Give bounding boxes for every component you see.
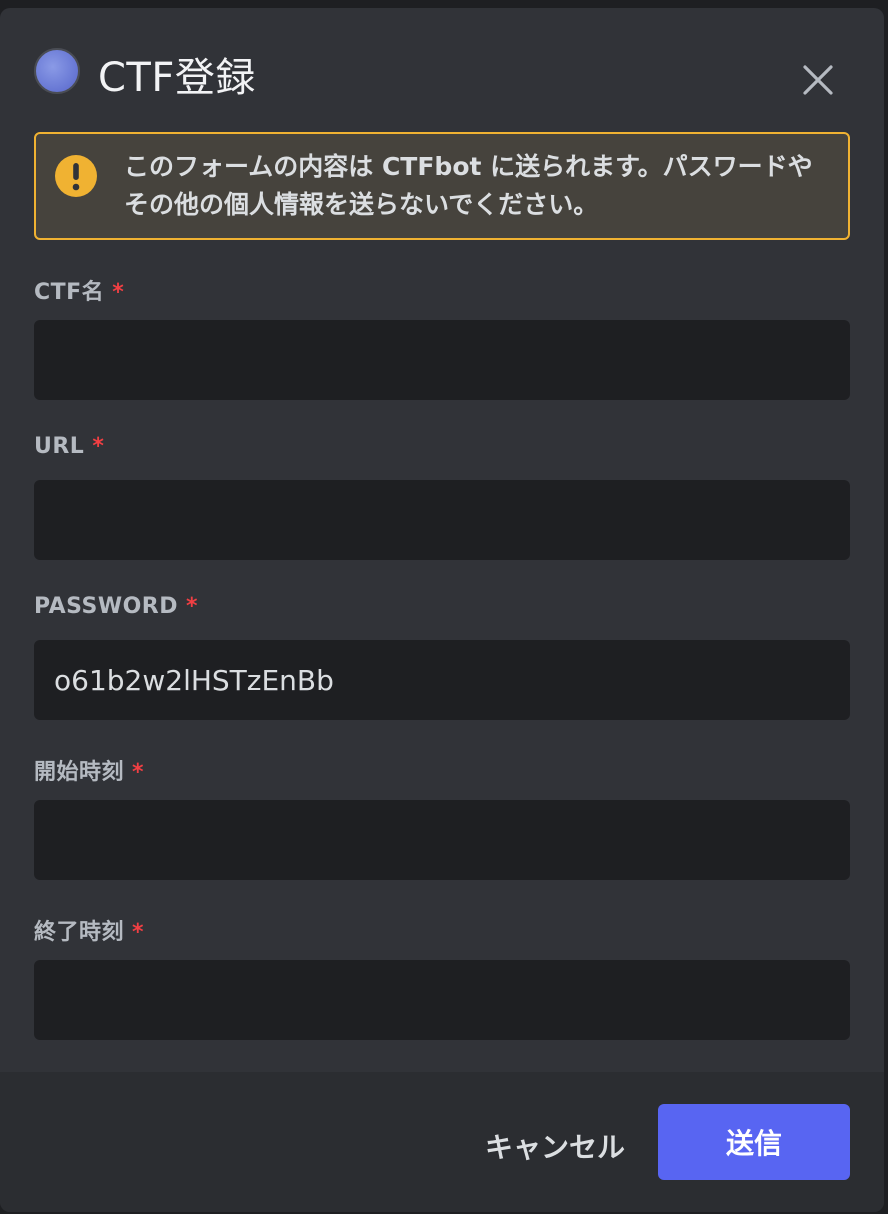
app-avatar — [34, 48, 80, 94]
warning-notice: このフォームの内容は CTFbot に送られます。パスワードやその他の個人情報を… — [34, 132, 850, 240]
field-label-ctf-name: CTF名 * — [34, 274, 124, 306]
field-label-url: URL * — [34, 434, 104, 459]
field-label-text: 開始時刻 — [34, 760, 125, 785]
ctf-name-input[interactable] — [34, 320, 850, 400]
start-time-input[interactable] — [34, 800, 850, 880]
modal-header: CTF登録 — [0, 8, 884, 128]
field-label-start-time: 開始時刻 * — [34, 754, 144, 786]
required-mark: * — [132, 920, 145, 945]
modal-footer: キャンセル 送信 — [0, 1072, 884, 1212]
modal-title: CTF登録 — [98, 55, 256, 101]
password-input[interactable] — [34, 640, 850, 720]
field-label-text: 終了時刻 — [34, 920, 125, 945]
field-label-text: URL — [34, 434, 85, 459]
url-input[interactable] — [34, 480, 850, 560]
notice-text: このフォームの内容は CTFbot に送られます。パスワードやその他の個人情報を… — [124, 152, 813, 219]
close-icon — [803, 65, 833, 95]
field-label-text: CTF名 — [34, 280, 105, 305]
modal-dialog: CTF登録 このフォームの内容は CTFbot に送られます。パスワードやその他… — [0, 8, 884, 1212]
required-mark: * — [132, 760, 145, 785]
warning-icon — [55, 155, 97, 197]
field-label-text: PASSWORD — [34, 594, 179, 619]
cancel-button[interactable]: キャンセル — [470, 1108, 640, 1184]
required-mark: * — [186, 594, 199, 619]
required-mark: * — [92, 434, 105, 459]
end-time-input[interactable] — [34, 960, 850, 1040]
submit-button[interactable]: 送信 — [658, 1104, 850, 1180]
required-mark: * — [112, 280, 125, 305]
field-label-password: PASSWORD * — [34, 594, 198, 619]
close-button[interactable] — [796, 58, 840, 102]
field-label-end-time: 終了時刻 * — [34, 914, 144, 946]
